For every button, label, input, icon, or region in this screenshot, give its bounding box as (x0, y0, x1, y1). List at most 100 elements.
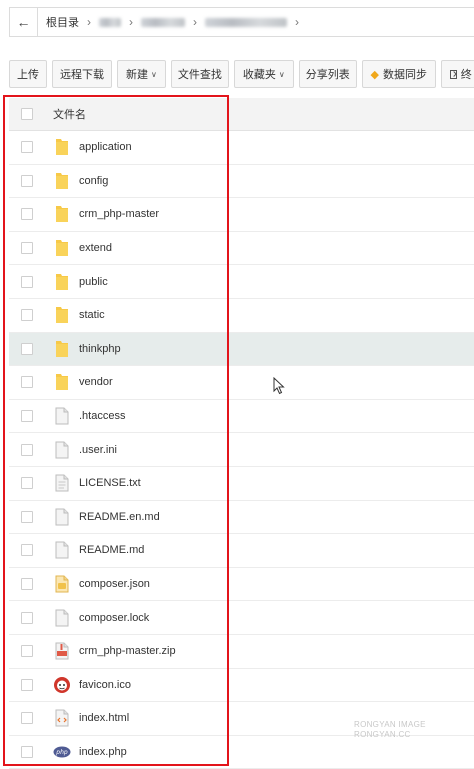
diamond-icon: ◆ (370, 68, 379, 81)
list-item[interactable]: .user.ini (9, 433, 474, 467)
list-item[interactable]: README.en.md (9, 501, 474, 535)
list-item[interactable]: public (9, 265, 474, 299)
column-header-filename[interactable]: 文件名 (53, 106, 86, 122)
row-checkbox[interactable] (21, 477, 33, 490)
favicon-icon (53, 676, 71, 694)
data-sync-label: 数据同步 (382, 69, 427, 81)
chevron-right-icon: › (295, 15, 299, 29)
row-checkbox[interactable] (21, 578, 33, 591)
list-item[interactable]: php index.php (9, 736, 474, 769)
row-checkbox[interactable] (21, 712, 33, 725)
file-name[interactable]: public (79, 276, 108, 288)
list-item[interactable]: thinkphp (9, 332, 474, 367)
chevron-right-icon: › (87, 15, 91, 29)
watermark-line-2: RONGYAN.CC (354, 730, 411, 739)
file-name[interactable]: README.en.md (79, 511, 160, 523)
list-item[interactable]: crm_php-master.zip (9, 635, 474, 669)
file-name[interactable]: composer.lock (79, 612, 149, 624)
select-all-checkbox[interactable] (21, 108, 33, 120)
row-checkbox[interactable] (21, 510, 33, 523)
file-name[interactable]: index.php (79, 746, 127, 758)
upload-label: 上传 (17, 69, 39, 81)
row-checkbox[interactable] (21, 342, 33, 355)
folder-icon (53, 340, 71, 358)
file-name[interactable]: crm_php-master.zip (79, 645, 176, 657)
back-button[interactable]: ← (10, 8, 38, 36)
breadcrumb-segment-3[interactable]: › (197, 15, 299, 29)
row-checkbox[interactable] (21, 645, 33, 658)
list-item[interactable]: LICENSE.txt (9, 467, 474, 501)
list-item[interactable]: composer.lock (9, 601, 474, 635)
list-item[interactable]: static (9, 299, 474, 333)
file-name[interactable]: favicon.ico (79, 679, 131, 691)
row-checkbox[interactable] (21, 376, 33, 389)
upload-button[interactable]: 上传 (9, 60, 47, 88)
share-list-label: 分享列表 (305, 69, 350, 81)
file-name[interactable]: vendor (79, 376, 113, 388)
row-checkbox[interactable] (21, 611, 33, 624)
row-checkbox[interactable] (21, 174, 33, 187)
chevron-down-icon: ∨ (278, 69, 285, 79)
new-button[interactable]: 新建 ∨ (117, 60, 166, 88)
terminal-label: 终 (460, 69, 472, 81)
chevron-right-icon: › (193, 15, 197, 29)
row-checkbox[interactable] (21, 678, 33, 691)
list-item[interactable]: composer.json (9, 568, 474, 602)
favorites-label: 收藏夹 (242, 69, 276, 81)
breadcrumb-root[interactable]: 根目录 › (38, 14, 91, 30)
file-name[interactable]: config (79, 175, 108, 187)
folder-icon (53, 172, 71, 190)
list-item[interactable]: application (9, 131, 474, 165)
favorites-button[interactable]: 收藏夹 ∨ (233, 60, 294, 88)
html-file-icon (53, 709, 71, 727)
row-checkbox[interactable] (21, 410, 33, 423)
watermark-line-1: RONGYAN IMAGE (354, 720, 426, 729)
row-checkbox[interactable] (21, 309, 33, 322)
share-list-button[interactable]: 分享列表 (298, 60, 357, 88)
row-checkbox[interactable] (21, 443, 33, 456)
file-search-label: 文件查找 (177, 69, 222, 81)
svg-text:php: php (55, 749, 68, 756)
chevron-right-icon: › (129, 15, 133, 29)
watermark: RONGYAN IMAGE RONGYAN.CC (354, 720, 426, 740)
file-name[interactable]: extend (79, 242, 112, 254)
text-file-icon (53, 474, 71, 492)
file-name[interactable]: application (79, 141, 132, 153)
breadcrumb-segment-2[interactable]: › (133, 15, 197, 29)
mouse-cursor-icon (273, 377, 285, 395)
folder-icon (53, 205, 71, 223)
data-sync-button[interactable]: ◆ 数据同步 (361, 60, 436, 88)
chevron-down-icon: ∨ (151, 69, 157, 79)
file-icon (53, 407, 71, 425)
remote-download-button[interactable]: 远程下载 (52, 60, 112, 88)
list-item[interactable]: README.md (9, 534, 474, 568)
row-checkbox[interactable] (21, 242, 33, 255)
file-icon (53, 508, 71, 526)
file-name[interactable]: .htaccess (79, 410, 125, 422)
row-checkbox[interactable] (21, 208, 33, 221)
arrow-left-icon: ← (16, 14, 31, 30)
file-search-button[interactable]: 文件查找 (170, 60, 229, 88)
row-checkbox[interactable] (21, 275, 33, 288)
file-name[interactable]: index.html (79, 712, 129, 724)
breadcrumb-segment-1[interactable]: › (91, 15, 133, 29)
file-name[interactable]: thinkphp (79, 343, 121, 355)
file-name[interactable]: composer.json (79, 578, 150, 590)
list-item[interactable]: favicon.ico (9, 669, 474, 703)
row-checkbox[interactable] (21, 141, 33, 154)
file-name[interactable]: README.md (79, 544, 144, 556)
list-item[interactable]: .htaccess (9, 400, 474, 434)
file-name[interactable]: LICENSE.txt (79, 477, 141, 489)
list-item[interactable]: config (9, 165, 474, 199)
file-name[interactable]: static (79, 309, 105, 321)
terminal-button[interactable]: 终 (440, 60, 474, 88)
row-checkbox[interactable] (21, 544, 33, 557)
list-item[interactable]: crm_php-master (9, 198, 474, 232)
file-name[interactable]: crm_php-master (79, 208, 159, 220)
file-list-header: 文件名 (9, 98, 474, 131)
row-checkbox[interactable] (21, 745, 33, 758)
file-name[interactable]: .user.ini (79, 444, 117, 456)
list-item[interactable]: vendor (9, 366, 474, 400)
list-item[interactable]: extend (9, 232, 474, 266)
redacted-segment (205, 17, 287, 27)
